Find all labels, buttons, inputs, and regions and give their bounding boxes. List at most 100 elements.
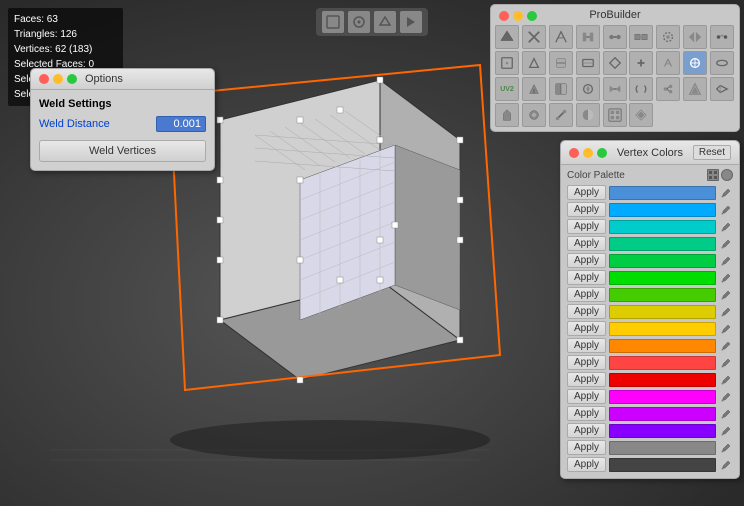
pb-bridge[interactable] [576, 25, 600, 49]
vc-apply-btn-12[interactable]: Apply [567, 389, 606, 404]
vc-apply-btn-4[interactable]: Apply [567, 253, 606, 268]
pb-icon-r3-2[interactable] [522, 77, 546, 101]
vc-swatch-5[interactable] [609, 271, 716, 285]
vc-swatch-8[interactable] [609, 322, 716, 336]
vc-eyedropper-4[interactable] [719, 254, 733, 268]
vc-apply-btn-0[interactable]: Apply [567, 185, 606, 200]
vc-swatch-9[interactable] [609, 339, 716, 353]
vc-swatch-4[interactable] [609, 254, 716, 268]
vc-eyedropper-11[interactable] [719, 373, 733, 387]
pb-cut[interactable] [522, 25, 546, 49]
vc-eyedropper-0[interactable] [719, 186, 733, 200]
pb-icon-r2-8[interactable] [683, 51, 707, 75]
vc-swatch-16[interactable] [609, 458, 716, 472]
vc-circle-icon[interactable] [721, 169, 733, 181]
vc-apply-btn-6[interactable]: Apply [567, 287, 606, 302]
pb-icon-r2-9[interactable] [710, 51, 734, 75]
vc-eyedropper-5[interactable] [719, 271, 733, 285]
pb-icon-r4-3[interactable] [549, 103, 573, 127]
pb-icon-r2-4[interactable] [576, 51, 600, 75]
pb-icon-r3-8[interactable] [683, 77, 707, 101]
vc-eyedropper-8[interactable] [719, 322, 733, 336]
pb-icon-r2-5[interactable] [603, 51, 627, 75]
pb-connect[interactable] [603, 25, 627, 49]
pb-detach[interactable] [629, 25, 653, 49]
pb-maximize-dot[interactable] [527, 11, 537, 21]
vc-apply-btn-2[interactable]: Apply [567, 219, 606, 234]
pb-icon-r3-4[interactable] [576, 77, 600, 101]
vc-close-dot[interactable] [569, 148, 579, 158]
toolbar-btn-1[interactable] [348, 11, 370, 33]
vc-eyedropper-16[interactable] [719, 458, 733, 472]
pb-minimize-dot[interactable] [513, 11, 523, 21]
vc-apply-btn-8[interactable]: Apply [567, 321, 606, 336]
vc-eyedropper-7[interactable] [719, 305, 733, 319]
vc-apply-btn-1[interactable]: Apply [567, 202, 606, 217]
pb-flip[interactable] [683, 25, 707, 49]
pb-icon-r3-5[interactable] [603, 77, 627, 101]
vc-swatch-7[interactable] [609, 305, 716, 319]
pb-icon-r4-2[interactable] [522, 103, 546, 127]
vc-eyedropper-2[interactable] [719, 220, 733, 234]
vc-reset-button[interactable]: Reset [693, 145, 731, 160]
options-close-dot[interactable] [39, 74, 49, 84]
vc-swatch-14[interactable] [609, 424, 716, 438]
pb-icon-r2-3[interactable] [549, 51, 573, 75]
vc-apply-btn-16[interactable]: Apply [567, 457, 606, 472]
vc-eyedropper-6[interactable] [719, 288, 733, 302]
vc-eyedropper-10[interactable] [719, 356, 733, 370]
pb-icon-r3-9[interactable] [710, 77, 734, 101]
pb-icon-r3-7[interactable] [656, 77, 680, 101]
toolbar-btn-0[interactable] [322, 11, 344, 33]
vc-swatch-1[interactable] [609, 203, 716, 217]
pb-icon-r2-7[interactable] [656, 51, 680, 75]
vc-apply-btn-14[interactable]: Apply [567, 423, 606, 438]
pb-icon-r2-6[interactable] [629, 51, 653, 75]
vc-apply-btn-5[interactable]: Apply [567, 270, 606, 285]
pb-uv2[interactable]: UV2 [495, 77, 519, 101]
vc-eyedropper-14[interactable] [719, 424, 733, 438]
vc-swatch-6[interactable] [609, 288, 716, 302]
vc-minimize-dot[interactable] [583, 148, 593, 158]
vc-apply-btn-7[interactable]: Apply [567, 304, 606, 319]
vc-eyedropper-13[interactable] [719, 407, 733, 421]
pb-icon-r4-6[interactable] [629, 103, 653, 127]
vc-swatch-10[interactable] [609, 356, 716, 370]
options-maximize-dot[interactable] [67, 74, 77, 84]
pb-icon-r3-3[interactable] [549, 77, 573, 101]
vc-eyedropper-1[interactable] [719, 203, 733, 217]
pb-fill-hole[interactable] [656, 25, 680, 49]
pb-icon-r4-1[interactable] [495, 103, 519, 127]
pb-close-dot[interactable] [499, 11, 509, 21]
vc-swatch-3[interactable] [609, 237, 716, 251]
vc-swatch-13[interactable] [609, 407, 716, 421]
vc-eyedropper-9[interactable] [719, 339, 733, 353]
toolbar-btn-3[interactable] [400, 11, 422, 33]
vc-apply-btn-3[interactable]: Apply [567, 236, 606, 251]
vc-swatch-12[interactable] [609, 390, 716, 404]
vc-apply-btn-15[interactable]: Apply [567, 440, 606, 455]
pb-weld[interactable] [710, 25, 734, 49]
vc-eyedropper-12[interactable] [719, 390, 733, 404]
vc-swatch-11[interactable] [609, 373, 716, 387]
pb-icon-r4-5[interactable] [603, 103, 627, 127]
vc-apply-btn-10[interactable]: Apply [567, 355, 606, 370]
vc-apply-btn-13[interactable]: Apply [567, 406, 606, 421]
vc-eyedropper-3[interactable] [719, 237, 733, 251]
vc-apply-btn-9[interactable]: Apply [567, 338, 606, 353]
vc-eyedropper-15[interactable] [719, 441, 733, 455]
toolbar-btn-2[interactable] [374, 11, 396, 33]
vc-swatch-0[interactable] [609, 186, 716, 200]
vc-maximize-dot[interactable] [597, 148, 607, 158]
pb-icon-r2-1[interactable] [495, 51, 519, 75]
pb-icon-r2-2[interactable] [522, 51, 546, 75]
vc-swatch-15[interactable] [609, 441, 716, 455]
pb-icon-r4-4[interactable] [576, 103, 600, 127]
weld-distance-input[interactable] [156, 116, 206, 132]
options-minimize-dot[interactable] [53, 74, 63, 84]
pb-bevel[interactable] [549, 25, 573, 49]
pb-icon-r3-6[interactable] [629, 77, 653, 101]
vc-apply-btn-11[interactable]: Apply [567, 372, 606, 387]
pb-new-shape[interactable] [495, 25, 519, 49]
weld-vertices-button[interactable]: Weld Vertices [39, 140, 206, 162]
